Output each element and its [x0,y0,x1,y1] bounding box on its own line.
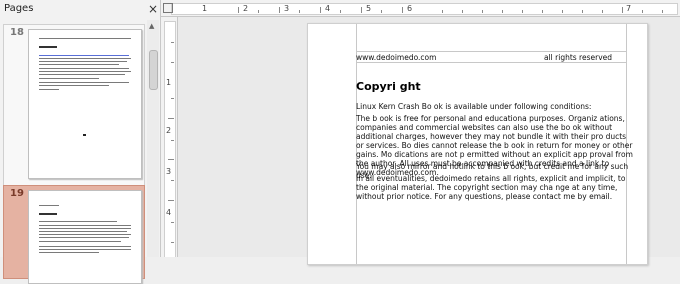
ruler-number: 3 [166,167,172,176]
ruler-origin-marker[interactable] [163,3,173,13]
page-number: 19 [10,188,24,199]
horizontal-ruler[interactable]: 1 2 3 4 5 6 7 [161,0,680,17]
page-number: 18 [10,27,24,38]
vertical-ruler[interactable]: 1 2 3 4 [161,17,178,257]
document-area[interactable]: www.dedoimedo.com all rights reserved Co… [178,17,680,265]
document-page[interactable]: www.dedoimedo.com all rights reserved Co… [307,23,648,265]
ruler-number: 1 [166,78,172,87]
page-thumbnail-list: 18 19 [0,20,146,284]
pages-pane-header: Pages × [0,0,160,20]
ruler-number: 6 [407,4,413,13]
scroll-up-arrow-icon[interactable]: ▲ [149,22,154,30]
ruler-number: 2 [166,126,172,135]
page-preview [28,190,142,284]
pages-pane-title: Pages [4,3,34,14]
ruler-track: 1 2 3 4 5 6 7 [171,3,678,15]
section-title: Copyri ght [356,80,421,93]
body-paragraph: In all eventualities, dedoimedo retains … [356,174,626,201]
ruler-number: 4 [166,208,172,217]
ruler-number: 4 [325,4,331,13]
ruler-number: 1 [202,4,208,13]
page-thumbnail-18[interactable]: 18 [3,24,145,186]
ruler-number: 7 [626,4,632,13]
ruler-number: 5 [366,4,372,13]
scroll-thumb[interactable] [149,50,158,90]
ruler-track: 1 2 3 4 [164,21,176,257]
body-paragraph: Linux Kern Crash Bo ok is available unde… [356,102,592,111]
page-preview [28,29,142,179]
pages-pane-scrollbar[interactable]: ▲ [147,20,159,257]
margin-guide [356,62,626,63]
margin-guide [356,51,626,52]
pages-pane: Pages × 18 19 ▲ [0,0,161,284]
header-site-text: www.dedoimedo.com [356,53,437,62]
ruler-number: 3 [284,4,290,13]
page-thumbnail-19[interactable]: 19 [3,185,145,284]
ruler-number: 2 [243,4,249,13]
close-icon[interactable]: × [148,2,158,16]
header-rights-text: all rights reserved [544,53,613,62]
